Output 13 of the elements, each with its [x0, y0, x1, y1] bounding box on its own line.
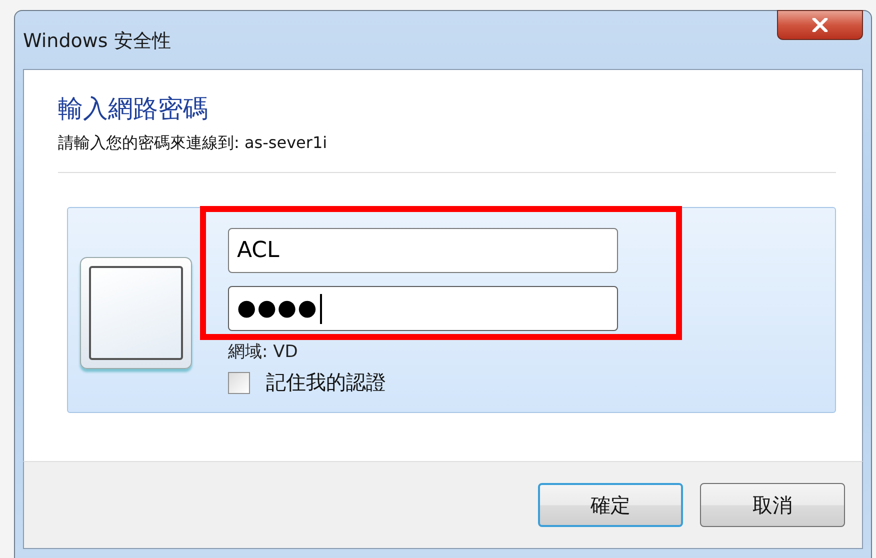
user-tile-icon — [80, 257, 192, 369]
window-title: Windows 安全性 — [23, 29, 171, 54]
cancel-button[interactable]: 取消 — [700, 483, 845, 527]
remember-checkbox[interactable] — [228, 372, 250, 394]
domain-label: 網域: VD — [228, 341, 299, 363]
dialog-heading: 輸入網路密碼 — [58, 93, 209, 125]
ok-button[interactable]: 確定 — [538, 483, 683, 527]
password-field[interactable]: ●●●● — [228, 286, 618, 331]
close-icon — [812, 18, 828, 32]
username-field[interactable]: ACL — [228, 228, 618, 273]
close-button[interactable] — [777, 10, 863, 40]
checkbox-label: 記住我的認證 — [266, 369, 386, 396]
instruction-text: 請輸入您的密碼來連線到: as-sever1i — [58, 133, 328, 154]
